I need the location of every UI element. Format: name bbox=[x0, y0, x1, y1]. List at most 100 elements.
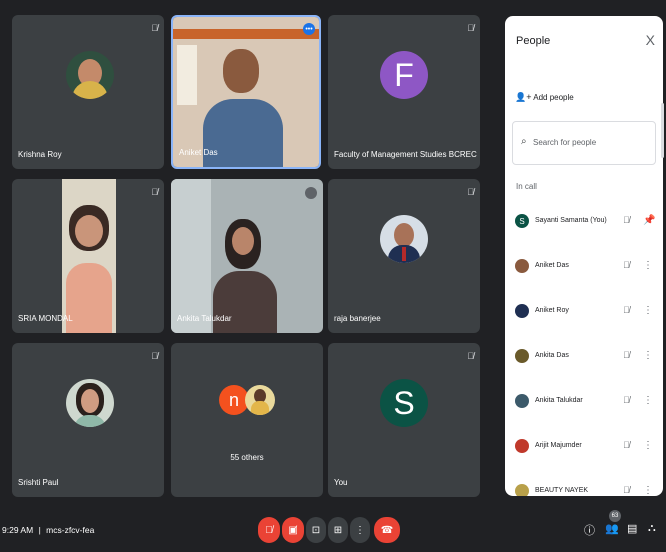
participant-avatar bbox=[515, 349, 529, 363]
mic-off-icon: 🎙̸ bbox=[623, 350, 630, 360]
participant-name: SRIA MONDAL bbox=[18, 314, 73, 323]
participant-row[interactable]: Aniket Roy 🎙̸ ⋮ bbox=[511, 300, 661, 326]
participant-name: Aniket Das bbox=[179, 148, 218, 157]
panel-title: People bbox=[516, 35, 551, 47]
more-options-button[interactable]: ⋮ bbox=[350, 517, 370, 543]
participant-name: Sayanti Samanta (You) bbox=[535, 217, 607, 224]
participant-avatar bbox=[66, 51, 114, 99]
participant-tile-aniket-das[interactable]: ••• Aniket Das bbox=[171, 15, 321, 169]
close-panel-button[interactable]: X bbox=[646, 32, 655, 48]
mic-off-icon: 🎙̸ bbox=[623, 395, 630, 405]
others-count-label: 55 others bbox=[230, 453, 264, 462]
mic-off-icon: 🎙̸ bbox=[623, 305, 630, 315]
participant-avatar bbox=[515, 394, 529, 408]
participant-avatar: F bbox=[380, 51, 428, 99]
participant-row[interactable]: Ankita Das 🎙̸ ⋮ bbox=[511, 345, 661, 371]
mic-off-icon: 🎙̸ bbox=[151, 187, 158, 197]
participant-row[interactable]: BEAUTY NAYEK 🎙̸ ⋮ bbox=[511, 480, 661, 496]
participant-avatar bbox=[245, 385, 275, 415]
meeting-details-button[interactable]: ⓘ bbox=[584, 522, 595, 538]
participant-tile-ankita-talukdar[interactable]: Ankita Talukdar bbox=[171, 179, 323, 333]
info-icon: ⓘ bbox=[584, 525, 595, 537]
participant-avatar bbox=[515, 484, 529, 496]
people-panel: People X 👤+ Add people ⌕ Search for peop… bbox=[505, 16, 663, 496]
separator: | bbox=[38, 525, 41, 535]
participant-name: Aniket Roy bbox=[535, 307, 569, 314]
chat-button[interactable]: ▤ bbox=[627, 522, 637, 535]
toggle-mic-button[interactable]: 🎙̸ bbox=[258, 517, 280, 543]
participant-name: Faculty of Management Studies BCREC bbox=[334, 150, 477, 159]
participant-tile-faculty[interactable]: F 🎙̸ Faculty of Management Studies BCREC bbox=[328, 15, 480, 169]
search-people-input[interactable]: ⌕ Search for people bbox=[512, 121, 656, 165]
more-options-icon[interactable]: ••• bbox=[303, 23, 315, 35]
participant-row[interactable]: Ankita Talukdar 🎙̸ ⋮ bbox=[511, 390, 661, 416]
activities-button[interactable]: ⛬ bbox=[648, 522, 656, 535]
avatar-letter: S bbox=[519, 216, 525, 226]
participant-tile-srishti-paul[interactable]: 🎙̸ Srishti Paul bbox=[12, 343, 164, 497]
participant-tile-others[interactable]: n 55 others bbox=[171, 343, 323, 497]
people-icon: 👥 bbox=[605, 523, 619, 535]
camera-off-icon: ▣̸ bbox=[288, 524, 298, 536]
participant-name: Ankita Talukdar bbox=[535, 397, 583, 404]
more-options-icon[interactable]: ⋮ bbox=[643, 440, 653, 451]
captions-icon: ⊡ bbox=[311, 524, 321, 536]
people-button[interactable]: 👥 63 bbox=[605, 510, 621, 535]
more-options-icon[interactable]: ⋮ bbox=[643, 350, 653, 361]
participant-name: BEAUTY NAYEK bbox=[535, 487, 589, 494]
participant-avatar: S bbox=[380, 379, 428, 427]
panel-scrollbar[interactable] bbox=[661, 103, 664, 158]
participant-row[interactable]: Arijit Majumder 🎙̸ ⋮ bbox=[511, 435, 661, 461]
mic-off-icon: 🎙̸ bbox=[623, 260, 630, 270]
participant-video bbox=[173, 17, 319, 167]
search-icon: ⌕ bbox=[521, 136, 527, 147]
participant-avatar bbox=[66, 379, 114, 427]
people-count-badge: 63 bbox=[609, 510, 621, 522]
participant-tile-sria-mondal[interactable]: 🎙̸ SRIA MONDAL bbox=[12, 179, 164, 333]
participant-name: Srishti Paul bbox=[18, 478, 59, 487]
add-people-button[interactable]: 👤+ Add people bbox=[515, 92, 574, 103]
participant-row[interactable]: S Sayanti Samanta (You) 🎙̸ 📌 bbox=[511, 210, 661, 236]
participant-avatar: S bbox=[515, 214, 529, 228]
meeting-code: mcs-zfcv-fea bbox=[46, 525, 95, 535]
participant-name: You bbox=[334, 478, 348, 487]
participant-avatar bbox=[515, 304, 529, 318]
mic-off-icon: 🎙̸ bbox=[467, 187, 474, 197]
avatar-letter: n bbox=[228, 389, 239, 410]
participant-name: raja banerjee bbox=[334, 314, 381, 323]
mic-off-icon: 🎙̸ bbox=[151, 351, 158, 361]
participant-name: Ankita Talukdar bbox=[177, 314, 232, 323]
participant-avatar bbox=[380, 215, 428, 263]
mic-off-icon: 🎙̸ bbox=[623, 215, 630, 225]
participant-row[interactable]: Aniket Das 🎙̸ ⋮ bbox=[511, 255, 661, 281]
participant-name: Ankita Das bbox=[535, 352, 569, 359]
search-placeholder: Search for people bbox=[533, 138, 597, 147]
participant-name: Arijit Majumder bbox=[535, 442, 582, 449]
participant-video bbox=[62, 179, 116, 333]
more-options-icon[interactable]: ⋮ bbox=[643, 305, 653, 316]
chat-icon: ▤ bbox=[627, 523, 638, 535]
meeting-stage: 🎙̸ Krishna Roy ••• Aniket Das F 🎙̸ Facul… bbox=[0, 0, 666, 552]
more-options-icon[interactable]: ⋮ bbox=[643, 395, 653, 406]
more-options-icon[interactable]: ⋮ bbox=[643, 485, 653, 496]
mic-off-icon: 🎙̸ bbox=[623, 485, 630, 495]
current-time: 9:29 AM bbox=[2, 525, 34, 535]
mic-off-icon: 🎙̸ bbox=[467, 351, 474, 361]
speaking-indicator-icon bbox=[305, 187, 317, 199]
toggle-camera-button[interactable]: ▣̸ bbox=[282, 517, 304, 543]
in-call-section-label: In call bbox=[516, 182, 537, 191]
leave-call-button[interactable]: ☎ bbox=[374, 517, 400, 543]
participant-tile-you[interactable]: S 🎙̸ You bbox=[328, 343, 480, 497]
present-button[interactable]: ⊞ bbox=[328, 517, 348, 543]
mic-off-icon: 🎙̸ bbox=[265, 524, 273, 536]
more-options-icon[interactable]: ⋮ bbox=[643, 260, 653, 271]
participant-video bbox=[171, 179, 323, 333]
pin-icon[interactable]: 📌 bbox=[643, 215, 655, 226]
meeting-info: 9:29 AM | mcs-zfcv-fea bbox=[2, 525, 94, 535]
activities-icon: ⛬ bbox=[648, 522, 656, 534]
participant-tile-raja-banerjee[interactable]: 🎙̸ raja banerjee bbox=[328, 179, 480, 333]
avatar-letter: S bbox=[393, 384, 415, 421]
participant-avatar bbox=[515, 439, 529, 453]
captions-button[interactable]: ⊡ bbox=[306, 517, 326, 543]
avatar-letter: F bbox=[394, 56, 414, 93]
participant-tile-krishna-roy[interactable]: 🎙̸ Krishna Roy bbox=[12, 15, 164, 169]
